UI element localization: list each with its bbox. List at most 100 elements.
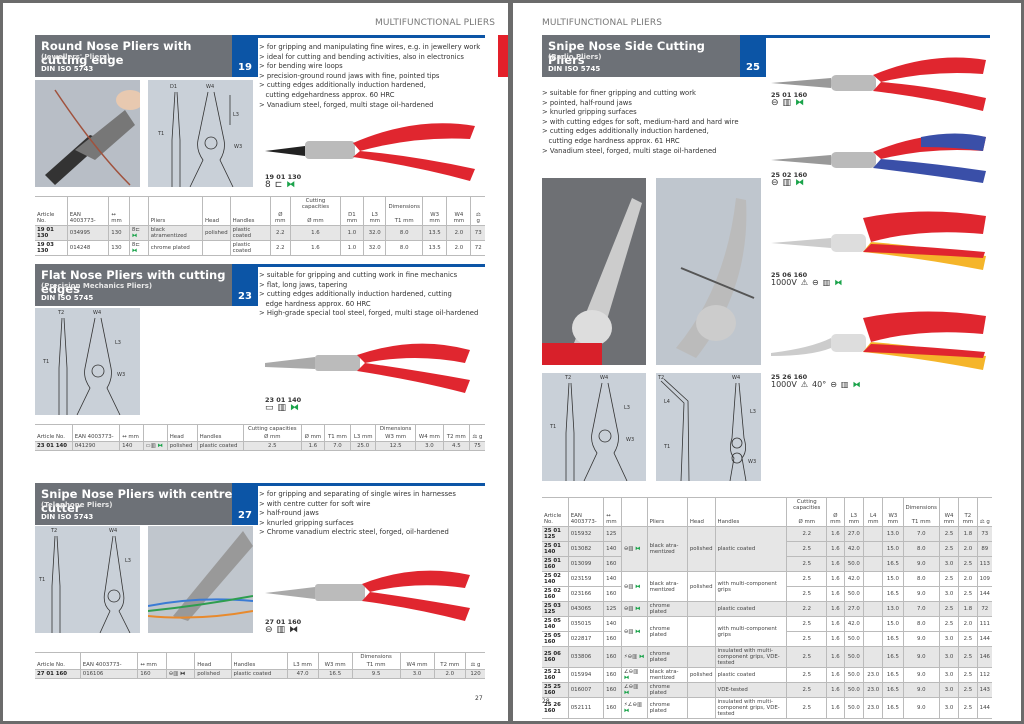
table-cell: 1.0 bbox=[340, 240, 365, 256]
table-cell: 2.0 bbox=[446, 225, 472, 241]
feature-item: > High-grade special tool steel, forged,… bbox=[259, 309, 479, 318]
table-cell: 1.8 bbox=[958, 526, 978, 542]
table-cell: 2.0 bbox=[446, 240, 472, 256]
knurled-icon: ▥ bbox=[840, 380, 849, 389]
group-header bbox=[863, 497, 884, 512]
group-header: Dimensions bbox=[352, 652, 401, 661]
svg-text:L3: L3 bbox=[624, 405, 630, 411]
table-cell: 016106 bbox=[80, 669, 139, 679]
icon-cell: 8⊏ ⧓ bbox=[129, 225, 149, 241]
handles: VDE-tested bbox=[715, 682, 788, 698]
table-cell: 7.0 bbox=[903, 526, 940, 542]
ean: 016007 bbox=[568, 682, 605, 698]
section-rule bbox=[763, 35, 990, 38]
group-header: Dimensions bbox=[903, 497, 940, 512]
group-header bbox=[143, 424, 168, 433]
column-header: EAN 4003773- bbox=[67, 211, 110, 226]
cutting-edge-icon: ⧓ bbox=[795, 178, 805, 188]
knurled-icon: ▥ bbox=[276, 625, 286, 635]
column-header: ↔ mm bbox=[108, 211, 130, 226]
table-cell: 73 bbox=[470, 225, 485, 241]
group-header bbox=[350, 424, 377, 433]
product-image-2506160 bbox=[771, 208, 991, 273]
group-header bbox=[568, 497, 605, 512]
column-header: L3 mm bbox=[363, 211, 387, 226]
icon-cell: 8⊏ ⧓ bbox=[129, 240, 149, 256]
round-jaw-icon: 8 bbox=[265, 180, 271, 190]
table-cell: 130 bbox=[108, 240, 130, 256]
table-cell: 1.6 bbox=[826, 556, 845, 572]
feature-item: > pointed, half-round jaws bbox=[542, 98, 632, 107]
group-header bbox=[446, 196, 472, 211]
table-cell: 13.5 bbox=[422, 225, 448, 241]
table-cell: 1.6 bbox=[290, 225, 341, 241]
section-din: DIN ISO 5745 bbox=[41, 294, 94, 302]
table-row: 25 06 160 033806 160 ⚡⊖▥ ⧓ chrome plated insu… bbox=[542, 646, 992, 668]
article-no: 25 03 125 bbox=[542, 601, 569, 617]
product-photo-bent-nose bbox=[656, 178, 761, 365]
head-finish: polished bbox=[687, 571, 716, 602]
table-cell: 15.0 bbox=[882, 571, 904, 587]
table-cell: 2.5 bbox=[958, 556, 978, 572]
section-din: DIN ISO 5745 bbox=[548, 65, 601, 73]
table-cell: 2.0 bbox=[958, 571, 978, 587]
ean: 023166 bbox=[568, 586, 605, 602]
table-cell: 9.0 bbox=[903, 586, 940, 602]
column-header: W4 mm bbox=[400, 661, 435, 670]
table-cell: 1.6 bbox=[826, 616, 845, 632]
table-row: 19 03 130 014248 130 8⊏ ⧓ chrome plated plast… bbox=[35, 240, 485, 256]
column-header: T2 mm bbox=[443, 433, 470, 442]
column-header: T1 mm bbox=[352, 661, 401, 670]
running-head: MULTIFUNCTIONAL PLIERS bbox=[542, 18, 663, 28]
table-cell: 27 01 160 bbox=[35, 669, 81, 679]
group-header bbox=[148, 196, 203, 211]
tool-feature-icon: ▭▥ bbox=[145, 443, 156, 449]
column-header: Ø mm bbox=[243, 433, 302, 442]
table-cell: 73 bbox=[977, 526, 992, 542]
column-header: Head bbox=[687, 512, 716, 527]
table-cell: 8.0 bbox=[903, 616, 940, 632]
feature-item: > for bending wire loops bbox=[259, 62, 343, 71]
table-cell bbox=[863, 601, 884, 617]
vde-voltage-badge: 1000V bbox=[771, 380, 797, 389]
table-cell bbox=[863, 541, 884, 557]
column-header: Head bbox=[202, 211, 231, 226]
icon-cell: ⊖▥ ⧓ bbox=[621, 601, 648, 617]
article-no: 25 25 160 bbox=[542, 682, 569, 698]
table-cell: 2.2 bbox=[786, 526, 828, 542]
group-header bbox=[415, 424, 444, 433]
table-cell: 034995 bbox=[67, 225, 110, 241]
section-header-snipe-centre-cutter: Snipe Nose Pliers with centre cutter (Te… bbox=[35, 483, 235, 525]
length-mm: 160 bbox=[603, 682, 622, 698]
table-cell: 2.0 bbox=[958, 616, 978, 632]
table-row: 25 02 140 023159 140 ⊖▥ ⧓ black atra-mentize… bbox=[542, 571, 992, 602]
feature-item: > Vanadium steel, forged, multi stage oi… bbox=[259, 100, 434, 109]
feature-item: > Chrome vanadium electric steel, forged… bbox=[259, 528, 449, 537]
product-icons: ⊖ ▥ ⧓ bbox=[265, 625, 298, 635]
table-row: 25 01 125 015932 125 ⊖▥ ⧓ black atra-mentize… bbox=[542, 526, 992, 572]
flat-jaw-icon: ▭ bbox=[265, 403, 274, 413]
product-icons: 1000V ⚠ ⊖ ▥ ⧓ bbox=[771, 278, 842, 287]
column-header: Handles bbox=[230, 211, 271, 226]
table-cell: 2.5 bbox=[786, 631, 828, 647]
cutting-edge-icon: ⧓ bbox=[131, 248, 138, 254]
column-header: Ø mm bbox=[786, 512, 828, 527]
table-cell: 32.0 bbox=[363, 225, 387, 241]
table-cell: 3.0 bbox=[415, 441, 444, 451]
table-cell: 1.6 bbox=[826, 526, 845, 542]
table-cell: 2.5 bbox=[939, 571, 960, 587]
cutting-edge-icon: ⧓ bbox=[834, 278, 843, 287]
table-cell: 2.5 bbox=[786, 571, 828, 587]
table-cell: 1.6 bbox=[826, 682, 845, 698]
feature-item: > cutting edges additionally induction h… bbox=[542, 127, 709, 145]
table-cell: 9.5 bbox=[352, 669, 401, 679]
section-rule bbox=[258, 264, 485, 267]
column-header: W4 mm bbox=[415, 433, 444, 442]
dimension-diagram: T2 W4 L3 T1 bbox=[35, 526, 140, 633]
table-cell: 140 bbox=[119, 441, 144, 451]
table-cell bbox=[863, 571, 884, 587]
table-cell: 16.5 bbox=[882, 586, 904, 602]
column-header: T2 mm bbox=[958, 512, 978, 527]
table-cell: 1.6 bbox=[826, 571, 845, 587]
cutting-edge-icon: ⧓ bbox=[623, 675, 630, 681]
